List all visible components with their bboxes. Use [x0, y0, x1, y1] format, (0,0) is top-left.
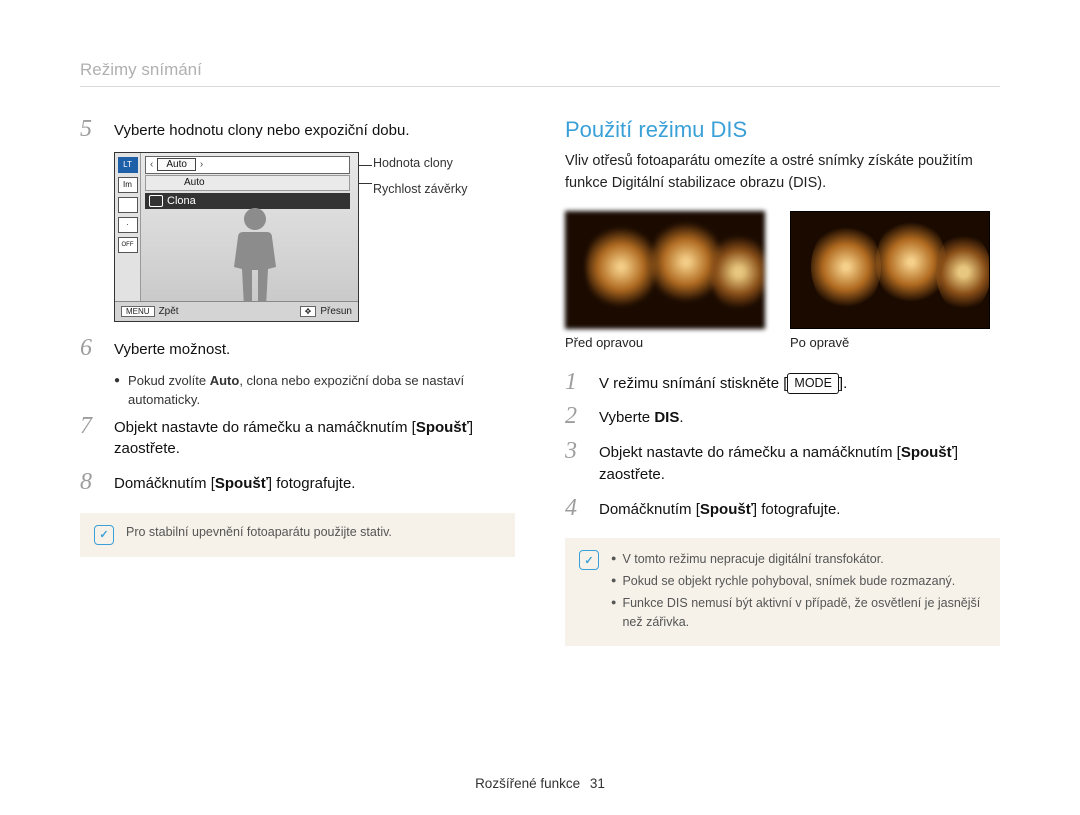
step-text: Objekt nastavte do rámečku a namáčknutím…: [599, 439, 1000, 486]
note-list: ● V tomto režimu nepracuje digitální tran…: [611, 550, 986, 634]
content-columns: 5 Vyberte hodnotu clony nebo expoziční d…: [80, 117, 1000, 646]
step-text: V režimu snímání stiskněte [MODE].: [599, 370, 847, 395]
dpad-icon: ✥: [300, 306, 317, 317]
step-number: 2: [565, 404, 587, 429]
lcd-mockup: LT Im · OFF ‹ Auto › Auto Clona: [114, 152, 515, 322]
left-column: 5 Vyberte hodnotu clony nebo expoziční d…: [80, 117, 515, 646]
dis-notes: ✓ ● V tomto režimu nepracuje digitální tr…: [565, 538, 1000, 646]
step-number: 5: [80, 117, 102, 142]
lcd-move-label: Přesun: [320, 306, 352, 317]
dis-step-2: 2 Vyberte DIS.: [565, 404, 1000, 429]
step-8: 8 Domáčknutím [Spoušť] fotografujte.: [80, 470, 515, 495]
step-number: 8: [80, 470, 102, 495]
step-5: 5 Vyberte hodnotu clony nebo expoziční d…: [80, 117, 515, 142]
footer-page-number: 31: [590, 776, 605, 791]
lcd-topbar: ‹ Auto ›: [145, 156, 350, 174]
aperture-icon: [149, 195, 163, 207]
step-text: Vyberte hodnotu clony nebo expoziční dob…: [114, 117, 410, 142]
image-before-wrap: Před opravou: [565, 211, 765, 350]
bullet-icon: ●: [611, 594, 616, 632]
step-number: 4: [565, 496, 587, 521]
tripod-note: ✓ Pro stabilní upevnění fotoaparátu použ…: [80, 513, 515, 557]
step-7: 7 Objekt nastavte do rámečku a namáčknut…: [80, 414, 515, 461]
image-after: [790, 211, 990, 329]
note-text: Funkce DIS nemusí být aktivní v případě,…: [622, 594, 986, 632]
dis-step-4: 4 Domáčknutím [Spoušť] fotografujte.: [565, 496, 1000, 521]
step-number: 6: [80, 336, 102, 361]
lcd-back: MENU Zpět: [115, 306, 185, 317]
step-text: Domáčknutím [Spoušť] fotografujte.: [114, 470, 355, 495]
caption-after: Po opravě: [790, 335, 990, 350]
note-text: V tomto režimu nepracuje digitální trans…: [622, 550, 883, 569]
dis-heading: Použití režimu DIS: [565, 117, 1000, 143]
lcd-dot-icon: ·: [118, 217, 138, 233]
bullet-icon: ●: [611, 550, 616, 569]
dis-step-1: 1 V režimu snímání stiskněte [MODE].: [565, 370, 1000, 395]
lcd-aperture-icon: [118, 197, 138, 213]
footer-label: Rozšířené funkce: [475, 776, 580, 791]
lcd-clona-row: Clona: [145, 193, 350, 209]
note-text: Pokud se objekt rychle pohyboval, snímek…: [622, 572, 955, 591]
step-number: 1: [565, 370, 587, 395]
image-after-wrap: Po opravě: [790, 211, 990, 350]
info-icon: ✓: [579, 550, 599, 570]
note-text: Pro stabilní upevnění fotoaparátu použij…: [126, 525, 501, 545]
bullet-icon: ●: [611, 572, 616, 591]
lcd-clona-label: Clona: [167, 195, 196, 207]
menu-key-icon: MENU: [121, 306, 155, 317]
step-text: Vyberte DIS.: [599, 404, 684, 429]
step-6-note: ● Pokud zvolíte Auto, clona nebo expozič…: [114, 371, 515, 410]
image-before: [565, 211, 765, 329]
dis-step-3: 3 Objekt nastavte do rámečku a namáčknut…: [565, 439, 1000, 486]
dis-intro: Vliv otřesů fotoaparátu omezíte a ostré …: [565, 151, 1000, 195]
right-column: Použití režimu DIS Vliv otřesů fotoapará…: [565, 117, 1000, 646]
lcd-sidebar: LT Im · OFF: [115, 153, 141, 321]
step-text: Domáčknutím [Spoušť] fotografujte.: [599, 496, 840, 521]
lcd-move: ✥ Přesun: [294, 306, 358, 317]
section-title: Režimy snímání: [80, 60, 1000, 87]
step-text: Vyberte možnost.: [114, 336, 230, 361]
lcd-row2-icon: Im: [118, 177, 138, 193]
info-icon: ✓: [94, 525, 114, 545]
anno-aperture: Hodnota clony: [373, 156, 467, 170]
step-text: Objekt nastavte do rámečku a namáčknutím…: [114, 414, 515, 461]
anno-shutter: Rychlost závěrky: [373, 182, 467, 196]
chevron-left-icon: ‹: [146, 159, 157, 170]
lcd-mode-icon: LT: [118, 157, 138, 173]
bullet-text: Pokud zvolíte Auto, clona nebo expoziční…: [128, 371, 515, 410]
page-footer: Rozšířené funkce 31: [0, 776, 1080, 791]
step-number: 7: [80, 414, 102, 461]
lcd-annotations: Hodnota clony Rychlost závěrky: [373, 152, 467, 196]
lcd-back-label: Zpět: [159, 306, 179, 317]
camera-screen: LT Im · OFF ‹ Auto › Auto Clona: [114, 152, 359, 322]
step-number: 3: [565, 439, 587, 486]
caption-before: Před opravou: [565, 335, 765, 350]
lcd-off-icon: OFF: [118, 237, 138, 253]
lcd-bottombar: MENU Zpět ✥ Přesun: [115, 301, 358, 321]
before-after-images: Před opravou Po opravě: [565, 211, 1000, 350]
chevron-right-icon: ›: [196, 159, 207, 170]
mode-button-label: MODE: [787, 373, 839, 394]
step-6: 6 Vyberte možnost.: [80, 336, 515, 361]
lcd-topbar2: Auto: [145, 175, 350, 191]
lcd-auto-value: Auto: [157, 158, 196, 171]
person-silhouette-icon: [225, 208, 285, 308]
bullet-icon: ●: [114, 371, 120, 410]
